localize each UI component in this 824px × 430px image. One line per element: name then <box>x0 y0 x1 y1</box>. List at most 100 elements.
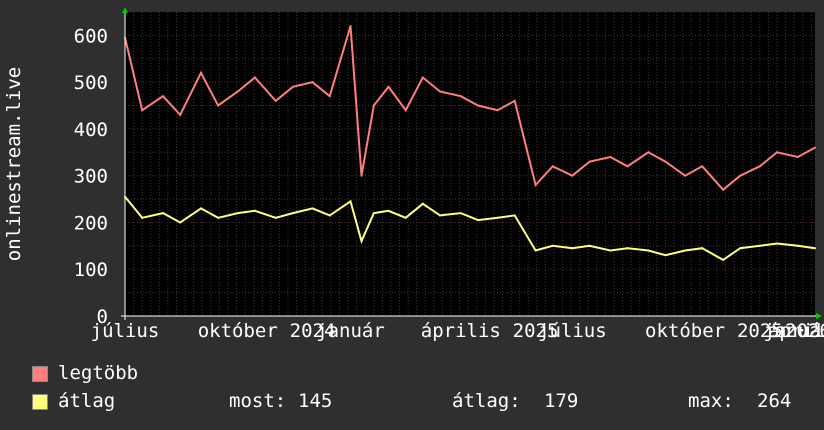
stat-avg-label: átlag: <box>452 390 521 412</box>
y-tick-label: 100 <box>74 259 108 281</box>
stat-avg-value: 179 <box>544 390 579 412</box>
data-point <box>776 151 779 154</box>
data-point <box>684 174 687 177</box>
data-point <box>758 165 761 168</box>
data-point <box>291 212 294 215</box>
data-point <box>311 207 314 210</box>
data-point <box>626 247 629 250</box>
data-point <box>534 249 537 252</box>
data-point <box>701 165 704 168</box>
data-point <box>274 99 277 102</box>
legend-label-max: legtöbb <box>58 362 139 384</box>
x-axis-arrow <box>816 313 822 319</box>
data-point <box>701 247 704 250</box>
legend-swatch-avg <box>32 394 48 410</box>
data-point <box>161 95 164 98</box>
y-axis-arrow <box>122 7 128 13</box>
data-point <box>664 160 667 163</box>
data-point <box>360 240 363 243</box>
legend-label-avg: átlag <box>58 390 116 412</box>
data-point <box>253 76 256 79</box>
x-tick-label: július <box>91 320 160 342</box>
data-point <box>551 244 554 247</box>
data-point <box>476 219 479 222</box>
data-point <box>534 184 537 187</box>
data-point <box>776 242 779 245</box>
data-point <box>179 113 182 116</box>
y-axis-label: onlinestream.live <box>3 67 25 261</box>
data-point <box>476 104 479 107</box>
x-tick-labels: július október 2024január április 2025július… <box>91 320 824 342</box>
data-point <box>796 244 799 247</box>
data-point <box>722 258 725 261</box>
data-point <box>253 209 256 212</box>
data-point <box>349 25 352 28</box>
data-point <box>217 104 220 107</box>
data-point <box>647 151 650 154</box>
data-point <box>459 212 462 215</box>
data-point <box>814 247 816 250</box>
data-point <box>588 160 591 163</box>
data-point <box>459 95 462 98</box>
data-point <box>438 90 441 93</box>
legend-swatch-max <box>32 366 48 382</box>
data-point <box>758 244 761 247</box>
data-point <box>551 165 554 168</box>
x-tick-label: október <box>645 320 725 342</box>
stat-most-value: 145 <box>298 390 333 412</box>
data-point <box>199 207 202 210</box>
data-point <box>722 188 725 191</box>
data-point <box>161 212 164 215</box>
data-point <box>217 216 220 219</box>
data-point <box>609 155 612 158</box>
stat-max-value: 264 <box>757 390 792 412</box>
data-point <box>571 247 574 250</box>
y-tick-label: 200 <box>74 212 108 234</box>
data-point <box>236 90 239 93</box>
data-point <box>739 174 742 177</box>
y-tick-label: 400 <box>74 119 108 141</box>
data-point <box>647 249 650 252</box>
data-point <box>372 104 375 107</box>
plot-area <box>125 12 815 316</box>
data-point <box>179 221 182 224</box>
stat-max-label: max: <box>688 390 734 412</box>
data-point <box>328 95 331 98</box>
data-point <box>626 165 629 168</box>
data-point <box>349 200 352 203</box>
data-point <box>421 202 424 205</box>
data-point <box>814 146 816 149</box>
y-tick-label: 500 <box>74 72 108 94</box>
x-tick-label: 2026 <box>785 320 824 342</box>
data-point <box>796 155 799 158</box>
data-point <box>387 209 390 212</box>
data-point <box>571 174 574 177</box>
data-point <box>513 99 516 102</box>
data-point <box>438 214 441 217</box>
data-point <box>421 76 424 79</box>
data-point <box>588 244 591 247</box>
data-point <box>404 216 407 219</box>
data-point <box>199 71 202 74</box>
data-point <box>739 247 742 250</box>
data-point <box>664 254 667 257</box>
data-point <box>513 214 516 217</box>
data-point <box>496 216 499 219</box>
data-point <box>496 109 499 112</box>
data-point <box>141 109 144 112</box>
data-point <box>236 212 239 215</box>
data-point <box>387 85 390 88</box>
data-point <box>404 109 407 112</box>
stat-most-label: most: <box>229 390 287 412</box>
x-tick-label: január <box>316 320 385 342</box>
y-tick-labels: 0100200300400500600 <box>74 25 108 328</box>
y-tick-label: 600 <box>74 25 108 47</box>
data-point <box>141 216 144 219</box>
data-point <box>274 216 277 219</box>
y-tick-label: 300 <box>74 166 108 188</box>
x-tick-label: október <box>198 320 278 342</box>
data-point <box>684 249 687 252</box>
x-tick-label: július <box>538 320 607 342</box>
data-point <box>360 174 363 177</box>
data-point <box>372 212 375 215</box>
